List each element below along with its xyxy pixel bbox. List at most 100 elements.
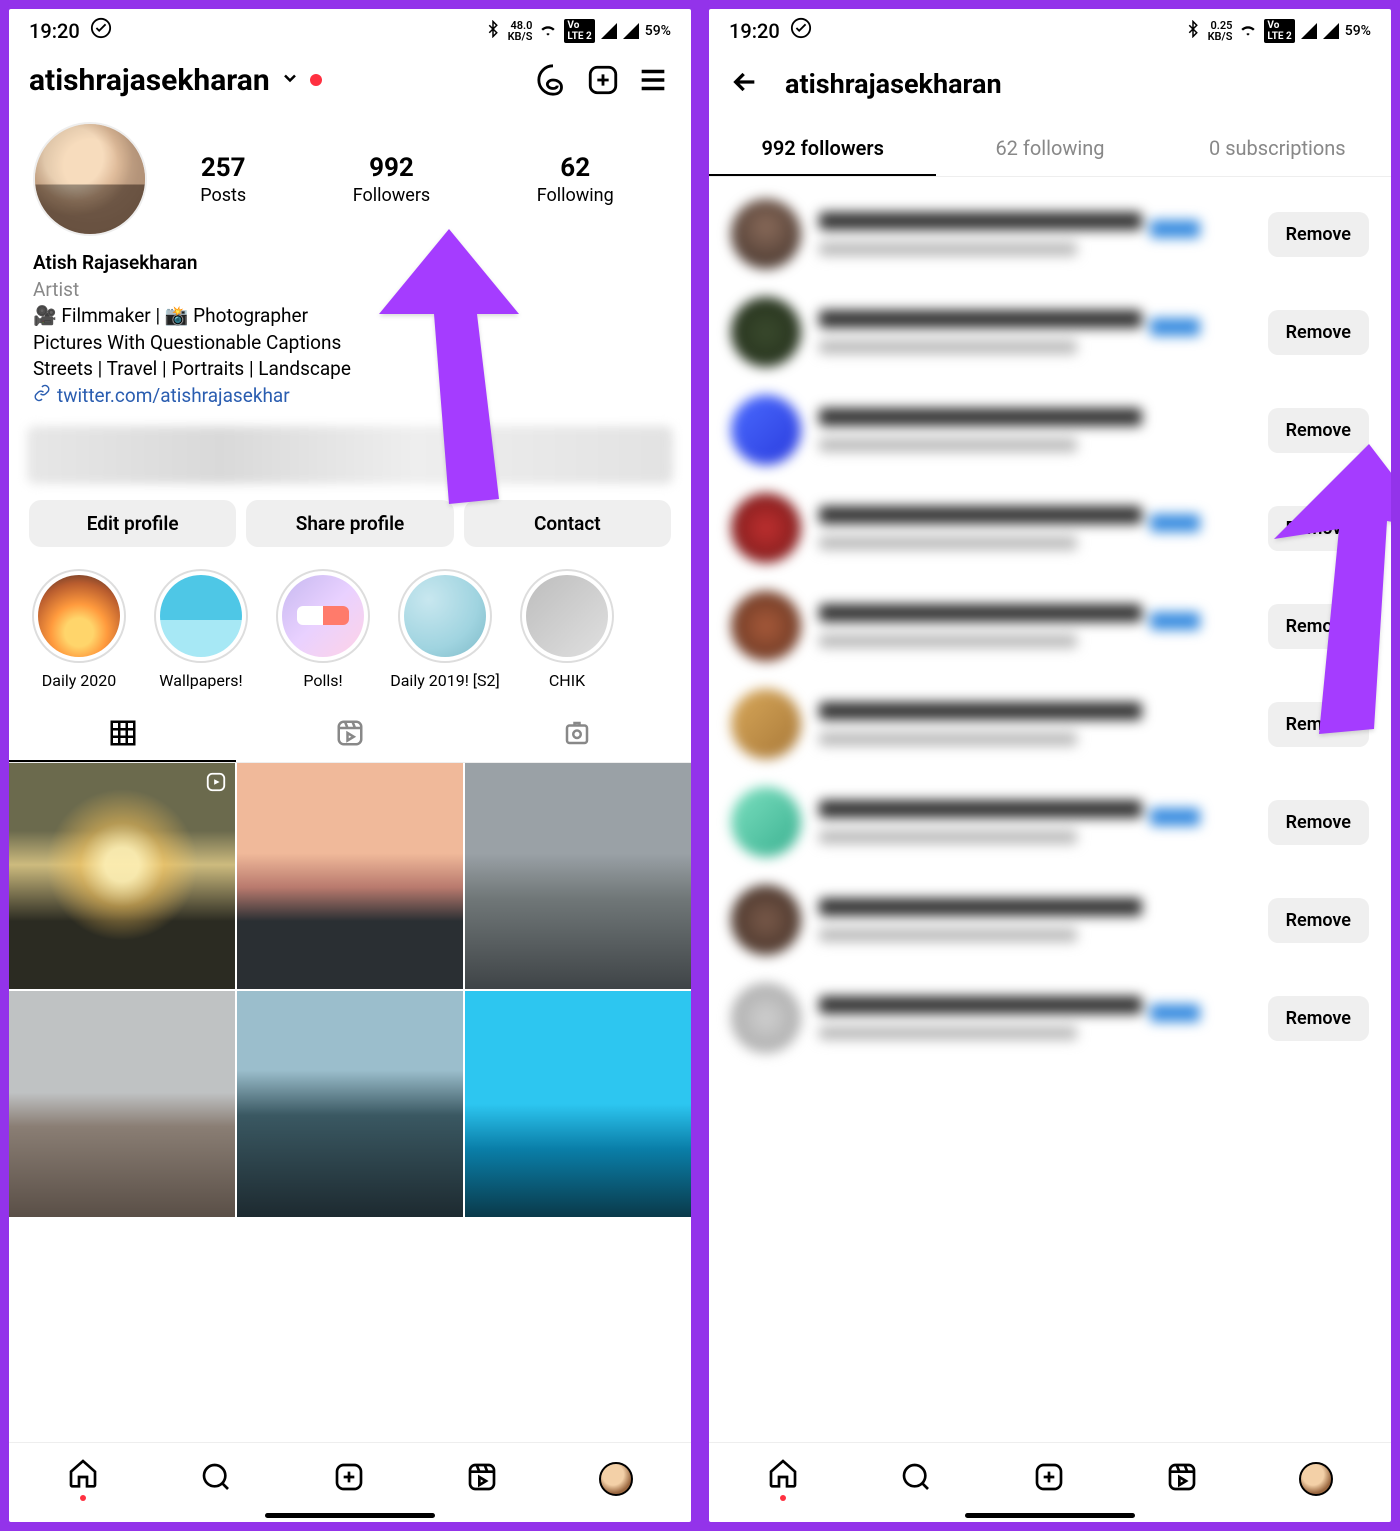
post-thumb[interactable]	[9, 763, 235, 989]
nav-home[interactable]	[67, 1457, 99, 1501]
signal-icon-2	[1323, 23, 1339, 39]
tab-subscriptions[interactable]: 0 subscriptions	[1164, 120, 1391, 176]
follower-info-blurred	[819, 800, 1250, 844]
follower-row[interactable]: Remove	[709, 381, 1391, 479]
profile-stats: 257 Posts 992 Followers 62 Following	[9, 112, 691, 242]
follower-info-blurred	[819, 604, 1250, 648]
stat-followers[interactable]: 992 Followers	[353, 153, 431, 206]
gesture-bar	[265, 1513, 435, 1518]
nav-home[interactable]	[767, 1457, 799, 1501]
follower-row[interactable]: Remove	[709, 283, 1391, 381]
status-battery: 59%	[1345, 23, 1371, 39]
stat-posts[interactable]: 257 Posts	[200, 153, 246, 206]
tab-tagged[interactable]	[464, 704, 691, 762]
tab-posts-grid[interactable]	[9, 704, 236, 762]
remove-button[interactable]: Remove	[1268, 408, 1369, 453]
reels-icon	[205, 771, 227, 797]
nav-reels[interactable]	[466, 1461, 498, 1497]
nav-profile[interactable]	[1299, 1462, 1333, 1496]
notification-dot-icon	[310, 74, 322, 86]
stat-following[interactable]: 62 Following	[537, 153, 614, 206]
highlight-item[interactable]: Polls!	[273, 569, 373, 690]
nav-create[interactable]	[1033, 1461, 1065, 1497]
username-switcher[interactable]: atishrajasekharan	[29, 63, 521, 98]
follower-info-blurred	[819, 408, 1250, 452]
follower-row[interactable]: Remove	[709, 675, 1391, 773]
post-thumb[interactable]	[237, 991, 463, 1217]
highlight-item[interactable]: Daily 2019! [S2]	[395, 569, 495, 690]
follower-row[interactable]: Remove	[709, 773, 1391, 871]
post-thumb[interactable]	[9, 991, 235, 1217]
status-bar: 19:20 0.25 KB/S VoLTE 2 59%	[709, 9, 1391, 48]
remove-button[interactable]: Remove	[1268, 702, 1369, 747]
follower-row[interactable]: Remove	[709, 577, 1391, 675]
remove-button[interactable]: Remove	[1268, 898, 1369, 943]
edit-profile-button[interactable]: Edit profile	[29, 500, 236, 547]
highlight-thumb	[526, 575, 608, 657]
follower-avatar	[731, 493, 801, 563]
follower-info-blurred	[819, 212, 1250, 256]
phone-profile: 19:20 48.0 KB/S VoLTE 2 59% atishrajasek…	[5, 5, 695, 1526]
remove-button[interactable]: Remove	[1268, 310, 1369, 355]
profile-avatar[interactable]	[33, 122, 147, 236]
nav-search[interactable]	[200, 1461, 232, 1497]
highlight-item[interactable]: Wallpapers!	[151, 569, 251, 690]
contact-button[interactable]: Contact	[464, 500, 671, 547]
share-profile-button[interactable]: Share profile	[246, 500, 453, 547]
status-battery: 59%	[645, 23, 671, 39]
follower-info-blurred	[819, 506, 1250, 550]
follower-avatar	[731, 591, 801, 661]
follower-row[interactable]: Remove	[709, 185, 1391, 283]
status-net-rate: 48.0 KB/S	[508, 20, 533, 42]
nav-reels[interactable]	[1166, 1461, 1198, 1497]
nav-create[interactable]	[333, 1461, 365, 1497]
remove-button[interactable]: Remove	[1268, 604, 1369, 649]
avatar-icon	[1299, 1462, 1333, 1496]
remove-button[interactable]: Remove	[1268, 212, 1369, 257]
create-button[interactable]	[585, 62, 621, 98]
follower-row[interactable]: Remove	[709, 479, 1391, 577]
tab-reels[interactable]	[236, 704, 463, 762]
follower-list: Remove Remove Remove Remove Remove Remov…	[709, 177, 1391, 1442]
back-button[interactable]	[729, 66, 761, 102]
bio-line-2: Pictures With Questionable Captions	[33, 330, 667, 357]
wifi-icon	[538, 19, 558, 43]
tab-following[interactable]: 62 following	[936, 120, 1163, 176]
follower-row[interactable]: Remove	[709, 969, 1391, 1067]
followers-header: atishrajasekharan	[709, 48, 1391, 120]
highlight-item[interactable]: Daily 2020	[29, 569, 129, 690]
tab-followers[interactable]: 992 followers	[709, 120, 936, 176]
menu-button[interactable]	[635, 62, 671, 98]
highlight-label: CHIK	[549, 671, 585, 690]
highlight-thumb	[160, 575, 242, 657]
profile-username: atishrajasekharan	[29, 63, 270, 98]
highlight-thumb	[404, 575, 486, 657]
highlight-label: Polls!	[303, 671, 342, 690]
avatar-icon	[599, 1462, 633, 1496]
follower-avatar	[731, 297, 801, 367]
threads-button[interactable]	[535, 62, 571, 98]
remove-button[interactable]: Remove	[1268, 996, 1369, 1041]
signal-icon	[601, 23, 617, 39]
follower-row[interactable]: Remove	[709, 871, 1391, 969]
lte-badge: VoLTE 2	[564, 19, 594, 43]
bio-link[interactable]: twitter.com/atishrajasekhar	[33, 383, 290, 410]
check-circle-icon	[90, 17, 112, 44]
highlight-item[interactable]: CHIK	[517, 569, 617, 690]
remove-button[interactable]: Remove	[1268, 506, 1369, 551]
post-thumb[interactable]	[465, 991, 691, 1217]
wifi-icon	[1238, 19, 1258, 43]
post-thumb[interactable]	[465, 763, 691, 989]
status-time: 19:20	[729, 19, 780, 43]
highlight-label: Daily 2019! [S2]	[390, 671, 500, 690]
bio-category: Artist	[33, 277, 667, 304]
highlight-label: Daily 2020	[42, 671, 117, 690]
link-icon	[33, 383, 51, 410]
post-thumb[interactable]	[237, 763, 463, 989]
nav-search[interactable]	[900, 1461, 932, 1497]
notification-dot-icon	[80, 1495, 86, 1501]
follower-avatar	[731, 885, 801, 955]
grid-tabs	[9, 704, 691, 763]
remove-button[interactable]: Remove	[1268, 800, 1369, 845]
nav-profile[interactable]	[599, 1462, 633, 1496]
